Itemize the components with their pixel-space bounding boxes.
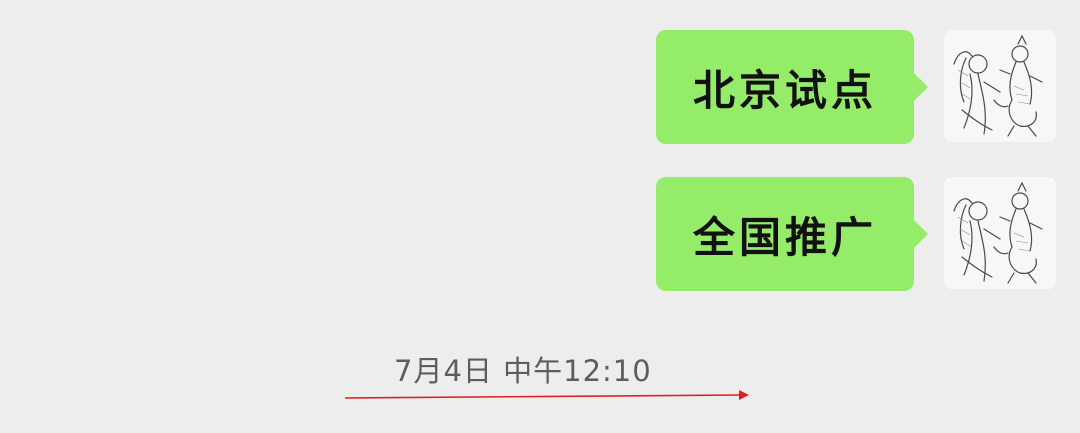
- avatar[interactable]: [944, 30, 1056, 142]
- avatar-sketch-icon: [944, 30, 1056, 142]
- red-arrow-icon: [345, 390, 749, 400]
- message-row: 全国推广: [656, 177, 1056, 291]
- message-text: 全国推广: [692, 212, 877, 262]
- message-bubble[interactable]: 北京试点: [656, 30, 928, 144]
- message-bubble[interactable]: 全国推广: [656, 177, 928, 291]
- chat-window: 北京试点 全国推广 7月4日 中午12:10: [0, 0, 1080, 433]
- message-row: 北京试点: [656, 30, 1056, 144]
- avatar-sketch-icon: [944, 177, 1056, 289]
- message-text: 北京试点: [692, 65, 877, 115]
- avatar[interactable]: [944, 177, 1056, 289]
- message-timestamp: 7月4日 中午12:10: [394, 354, 652, 388]
